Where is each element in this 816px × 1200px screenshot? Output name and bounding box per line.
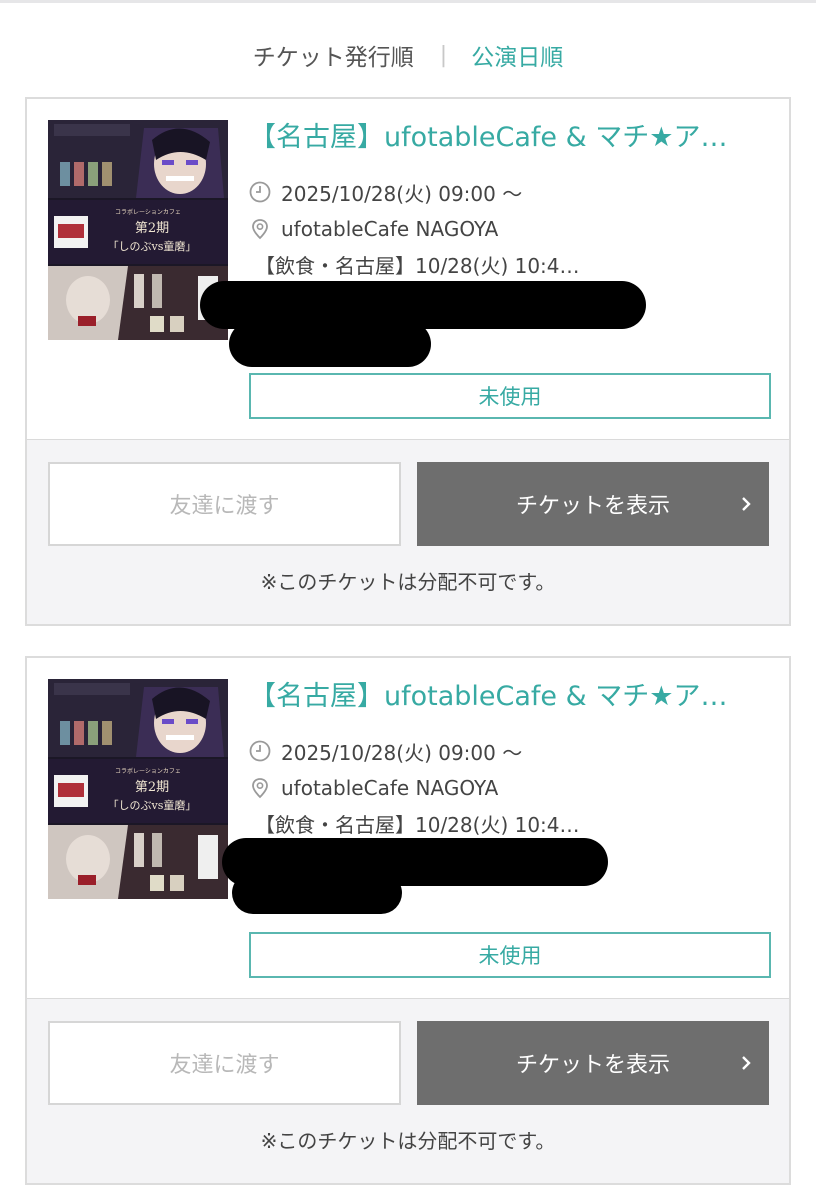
ticket-card: コラボレーションカフェ 第2期 「しのぶvs童磨」 【名古屋】ufotableC… — [25, 97, 791, 626]
clock-icon — [249, 181, 271, 203]
distribution-note: ※このチケットは分配不可です。 — [260, 570, 556, 594]
thumb-text-period: 第2期 — [135, 780, 169, 795]
event-datetime-row: 2025/10/28(火) 09:00 ～ — [249, 736, 769, 766]
chevron-right-icon — [742, 1056, 751, 1070]
sort-by-issue-tab[interactable]: チケット発行順 — [253, 38, 414, 72]
event-venue: ufotableCafe NAGOYA — [281, 776, 499, 800]
redaction-mark — [232, 872, 402, 914]
event-datetime: 2025/10/28(火) 09:00 ～ — [281, 181, 523, 206]
top-divider — [0, 0, 816, 3]
status-badge: 未使用 — [249, 373, 771, 419]
event-datetime-row: 2025/10/28(火) 09:00 ～ — [249, 177, 769, 207]
ticket-actions: 友達に渡す チケットを表示 ※このチケットは分配不可です。 — [27, 439, 789, 624]
status-badge: 未使用 — [249, 932, 771, 978]
event-title[interactable]: 【名古屋】ufotableCafe & マチ★ア… — [249, 119, 769, 157]
thumb-text-subtitle: 「しのぶvs童磨」 — [108, 239, 197, 253]
event-subtitle: 【飲食・名古屋】10/28(火) 10:4… — [255, 253, 580, 278]
location-pin-icon — [252, 219, 268, 240]
transfer-to-friend-button[interactable]: 友達に渡す — [48, 1021, 401, 1105]
event-venue-row: ufotableCafe NAGOYA — [249, 214, 769, 244]
show-ticket-label: チケットを表示 — [515, 494, 670, 519]
event-subtitle: 【飲食・名古屋】10/28(火) 10:4… — [255, 812, 580, 837]
ticket-card: コラボレーションカフェ 第2期 「しのぶvs童磨」 【名古屋】ufotableC… — [25, 656, 791, 1185]
thumb-text-collab: コラボレーションカフェ — [115, 208, 181, 216]
thumb-text-collab: コラボレーションカフェ — [115, 767, 181, 775]
transfer-to-friend-button[interactable]: 友達に渡す — [48, 462, 401, 546]
redaction-mark — [229, 321, 431, 367]
location-pin-icon — [252, 778, 268, 799]
sort-separator: | — [439, 42, 448, 68]
show-ticket-label: チケットを表示 — [515, 1053, 670, 1078]
distribution-note: ※このチケットは分配不可です。 — [260, 1129, 556, 1153]
clock-icon — [249, 740, 271, 762]
thumb-text-period: 第2期 — [135, 221, 169, 236]
sort-bar: チケット発行順 | 公演日順 — [0, 30, 816, 80]
event-venue: ufotableCafe NAGOYA — [281, 217, 499, 241]
show-ticket-button[interactable]: チケットを表示 — [417, 462, 769, 546]
event-venue-row: ufotableCafe NAGOYA — [249, 773, 769, 803]
show-ticket-button[interactable]: チケットを表示 — [417, 1021, 769, 1105]
event-thumbnail[interactable]: コラボレーションカフェ 第2期 「しのぶvs童磨」 — [48, 679, 228, 899]
thumb-text-subtitle: 「しのぶvs童磨」 — [108, 798, 197, 812]
chevron-right-icon — [742, 497, 751, 511]
ticket-actions: 友達に渡す チケットを表示 ※このチケットは分配不可です。 — [27, 998, 789, 1183]
event-title[interactable]: 【名古屋】ufotableCafe & マチ★ア… — [249, 678, 769, 716]
sort-by-date-tab[interactable]: 公演日順 — [471, 38, 563, 72]
event-datetime: 2025/10/28(火) 09:00 ～ — [281, 740, 523, 765]
